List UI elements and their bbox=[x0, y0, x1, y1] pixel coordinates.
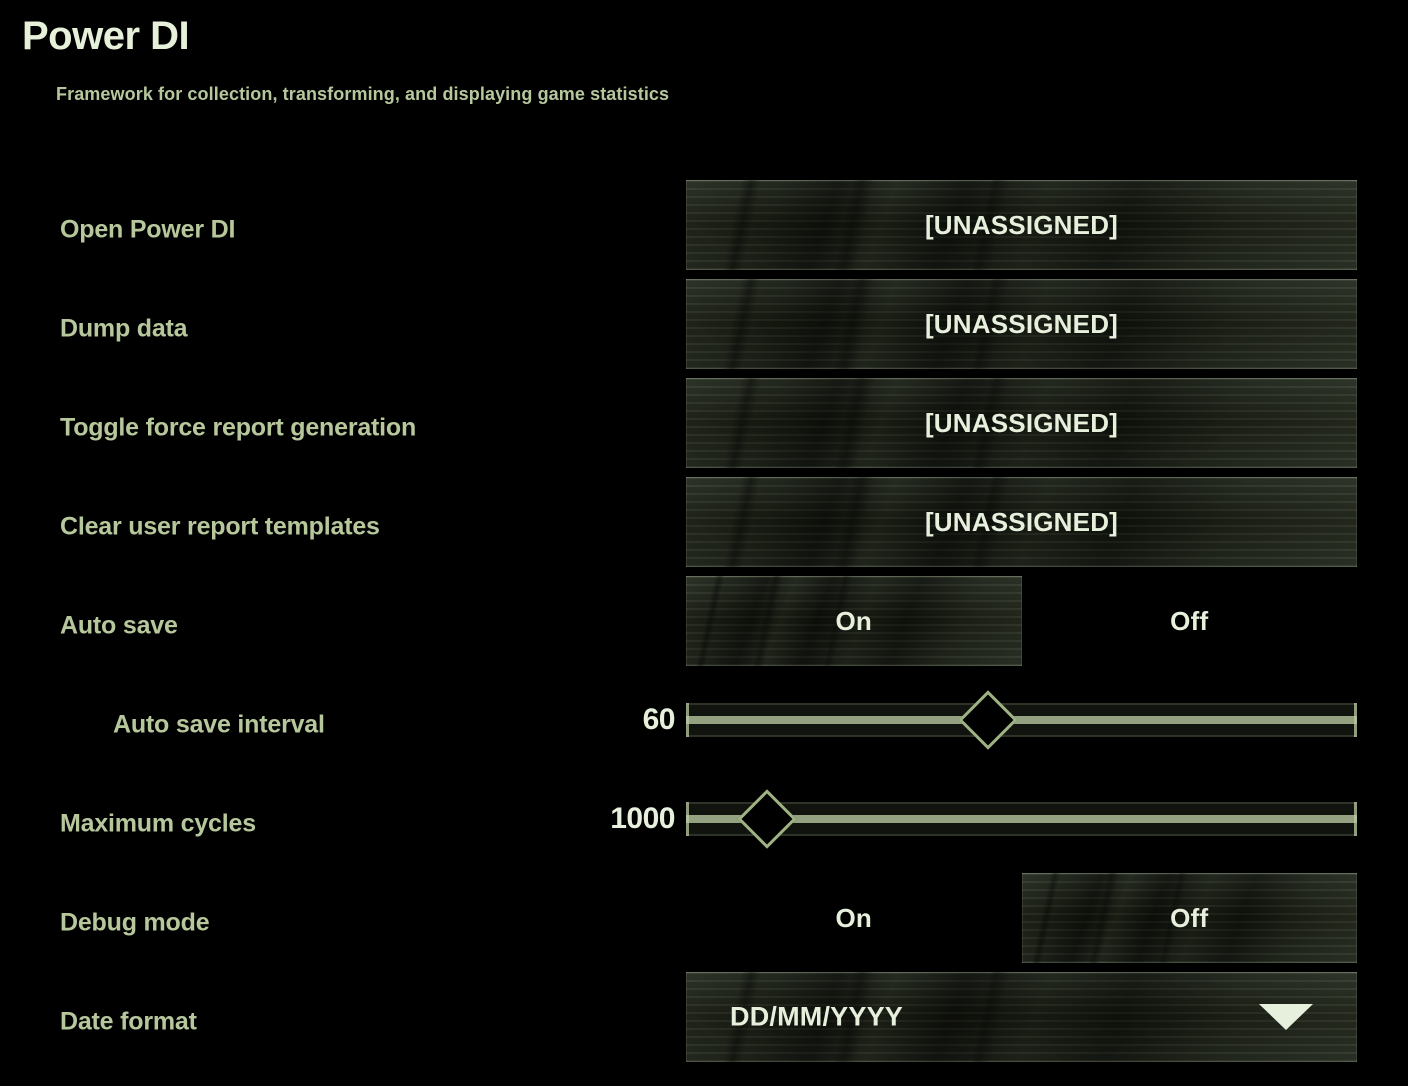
keybind-button[interactable]: [UNASSIGNED] bbox=[686, 180, 1357, 270]
row-label: Date format bbox=[60, 1007, 197, 1035]
row-label: Toggle force report generation bbox=[60, 413, 417, 441]
toggle-option-off[interactable]: Off bbox=[1022, 576, 1358, 666]
toggle-group: On Off bbox=[686, 873, 1357, 963]
slider-value: 1000 bbox=[610, 802, 675, 835]
chevron-down-icon[interactable] bbox=[1259, 1004, 1313, 1030]
slider-bar bbox=[686, 703, 1357, 737]
settings-screen: Power DI Framework for collection, trans… bbox=[0, 0, 1408, 1086]
row-control: DD/MM/YYYY bbox=[686, 972, 1357, 1062]
keybind-value: [UNASSIGNED] bbox=[924, 308, 1119, 339]
keybind-button[interactable]: [UNASSIGNED] bbox=[686, 378, 1357, 468]
keybind-panel: [UNASSIGNED] bbox=[686, 378, 1357, 468]
slider-handle[interactable] bbox=[736, 789, 797, 849]
toggle-option-label: On bbox=[835, 902, 872, 933]
toggle-option-off[interactable]: Off bbox=[1021, 873, 1357, 963]
toggle-option-on[interactable]: On bbox=[686, 873, 1022, 963]
page-subtitle: Framework for collection, transforming, … bbox=[56, 84, 670, 104]
row-control: [UNASSIGNED] bbox=[686, 180, 1357, 270]
keybind-panel: [UNASSIGNED] bbox=[686, 180, 1357, 270]
slider: 60 bbox=[643, 675, 1357, 765]
row-control: [UNASSIGNED] bbox=[686, 279, 1357, 369]
settings-row: Date format DD/MM/YYYY bbox=[0, 972, 1408, 1071]
slider-track[interactable] bbox=[686, 789, 1357, 849]
slider-handle[interactable] bbox=[958, 690, 1018, 750]
slider: 1000 bbox=[610, 774, 1357, 864]
row-label: Open Power DI bbox=[60, 215, 236, 243]
row-label: Debug mode bbox=[60, 908, 210, 936]
row-label: Auto save interval bbox=[113, 710, 325, 738]
slider-value: 60 bbox=[642, 703, 676, 736]
row-control: 1000 bbox=[610, 774, 1357, 864]
settings-row: Toggle force report generation [UNASSIGNE… bbox=[0, 378, 1408, 477]
settings-row: Clear user report templates [UNASSIGNED] bbox=[0, 477, 1408, 576]
row-control: On Off bbox=[686, 873, 1357, 963]
keybind-value: [UNASSIGNED] bbox=[924, 209, 1119, 240]
settings-row: Debug mode On Off bbox=[0, 873, 1408, 972]
settings-row: Auto save interval 60 bbox=[0, 675, 1408, 774]
slider-track[interactable] bbox=[686, 690, 1357, 750]
settings-row-list: Open Power DI [UNASSIGNED] Dump data [UNASS… bbox=[0, 180, 1408, 1071]
toggle-option-label: Off bbox=[1170, 605, 1209, 636]
row-label: Clear user report templates bbox=[60, 512, 380, 540]
keybind-button[interactable]: [UNASSIGNED] bbox=[686, 279, 1357, 369]
dropdown-value: DD/MM/YYYY bbox=[730, 1001, 904, 1032]
row-control: 60 bbox=[643, 675, 1357, 765]
keybind-panel: [UNASSIGNED] bbox=[686, 279, 1357, 369]
row-label: Maximum cycles bbox=[60, 809, 256, 837]
dropdown-select[interactable]: DD/MM/YYYY bbox=[686, 972, 1357, 1062]
settings-row: Open Power DI [UNASSIGNED] bbox=[0, 180, 1408, 279]
settings-row: Dump data [UNASSIGNED] bbox=[0, 279, 1408, 378]
page-title: Power DI bbox=[22, 14, 190, 58]
row-control: [UNASSIGNED] bbox=[686, 378, 1357, 468]
toggle-option-label: On bbox=[835, 605, 872, 636]
keybind-panel: [UNASSIGNED] bbox=[686, 477, 1357, 567]
settings-row: Auto save On Off bbox=[0, 576, 1408, 675]
row-control: On Off bbox=[686, 576, 1357, 666]
keybind-button[interactable]: [UNASSIGNED] bbox=[686, 477, 1357, 567]
keybind-value: [UNASSIGNED] bbox=[924, 407, 1119, 438]
toggle-option-label: Off bbox=[1170, 902, 1209, 933]
toggle-group: On Off bbox=[686, 576, 1357, 666]
dropdown-panel: DD/MM/YYYY bbox=[686, 972, 1357, 1062]
row-control: [UNASSIGNED] bbox=[686, 477, 1357, 567]
toggle-option-on[interactable]: On bbox=[686, 576, 1022, 666]
settings-row: Maximum cycles 1000 bbox=[0, 774, 1408, 873]
keybind-value: [UNASSIGNED] bbox=[924, 506, 1119, 537]
row-label: Auto save bbox=[60, 611, 178, 639]
row-label: Dump data bbox=[60, 314, 188, 342]
